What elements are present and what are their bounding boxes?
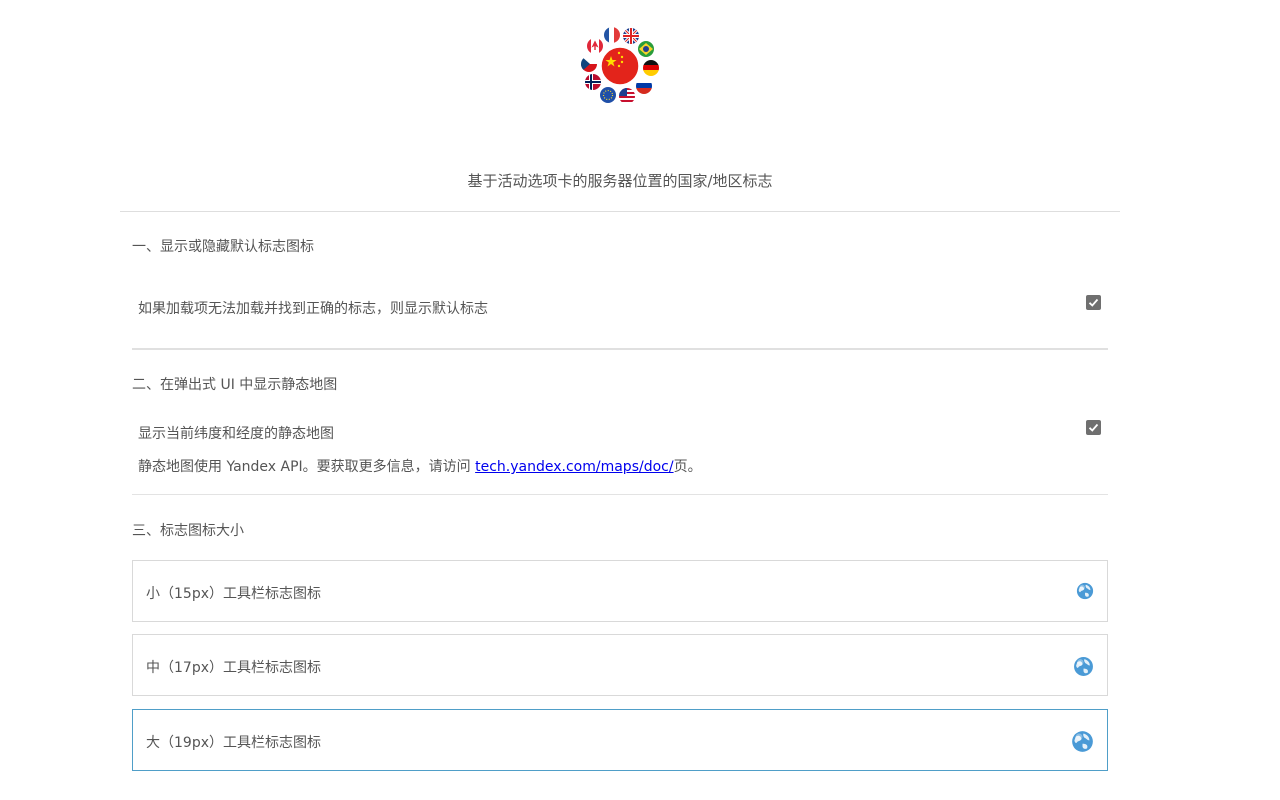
- globe-icon: [1074, 657, 1093, 676]
- czech-flag-icon: [581, 56, 597, 72]
- france-flag-icon: [604, 27, 620, 43]
- static-map-checkbox[interactable]: [1086, 420, 1101, 435]
- china-flag-icon: [600, 46, 640, 86]
- icon-size-option-small[interactable]: 小（15px）工具栏标志图标: [132, 560, 1108, 622]
- static-map-note: 静态地图使用 Yandex API。要获取更多信息，请访问 tech.yande…: [138, 456, 702, 476]
- icon-size-option-label: 中（17px）工具栏标志图标: [146, 660, 321, 676]
- icon-size-option-label: 大（19px）工具栏标志图标: [146, 735, 321, 751]
- brazil-flag-icon: [638, 41, 654, 57]
- static-map-option-label: 显示当前纬度和经度的静态地图: [138, 426, 334, 442]
- page-title: 基于活动选项卡的服务器位置的国家/地区标志: [467, 172, 773, 190]
- icon-size-option-label: 小（15px）工具栏标志图标: [146, 586, 321, 602]
- section-divider: [132, 494, 1108, 495]
- country-flags-globe-icon: [581, 27, 659, 104]
- eu-flag-icon: [600, 87, 616, 103]
- default-flag-checkbox[interactable]: [1086, 295, 1101, 310]
- icon-size-option-medium[interactable]: 中（17px）工具栏标志图标: [132, 634, 1108, 696]
- section-heading-icon-size: 三、标志图标大小: [132, 523, 244, 539]
- canada-flag-icon: [587, 38, 603, 54]
- static-map-note-suffix: 页。: [673, 459, 702, 475]
- static-map-note-text: 静态地图使用 Yandex API。要获取更多信息，请访问: [138, 459, 476, 475]
- yandex-docs-link[interactable]: tech.yandex.com/maps/doc/: [475, 459, 673, 475]
- norway-flag-icon: [585, 74, 601, 90]
- default-flag-option-label: 如果加载项无法加载并找到正确的标志，则显示默认标志: [138, 301, 488, 317]
- title-divider: [120, 211, 1120, 212]
- globe-icon: [1076, 582, 1094, 600]
- globe-icon: [1072, 731, 1093, 752]
- section-heading-default-flag: 一、显示或隐藏默认标志图标: [132, 239, 314, 255]
- section-divider: [132, 348, 1108, 350]
- section-heading-static-map: 二、在弹出式 UI 中显示静态地图: [132, 377, 338, 393]
- germany-flag-icon: [643, 60, 659, 76]
- icon-size-option-large[interactable]: 大（19px）工具栏标志图标: [132, 709, 1108, 771]
- usa-flag-icon: [619, 88, 635, 104]
- russia-flag-icon: [636, 78, 652, 94]
- uk-flag-icon: [623, 28, 639, 44]
